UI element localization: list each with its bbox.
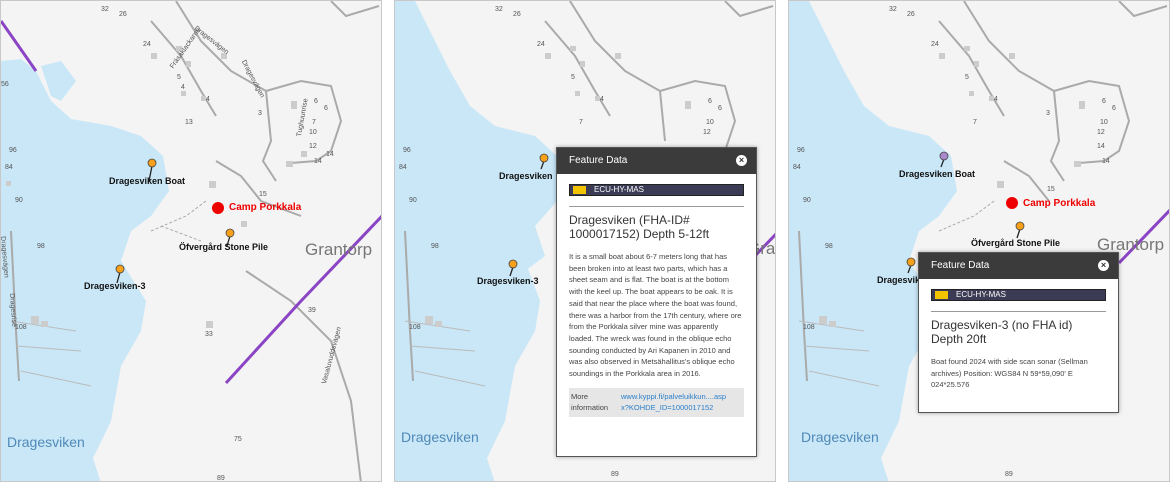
map-number: 12 (703, 129, 711, 136)
map-number: 14 (1102, 158, 1110, 165)
map-number: 3 (258, 110, 262, 117)
map-number: 6 (718, 105, 722, 112)
map-number: 26 (513, 11, 521, 18)
layer-color-swatch (573, 186, 586, 194)
layer-color-swatch (935, 291, 948, 299)
more-information-link[interactable]: www.kyppi.fi/palveluikkun....aspx?KOHDE_… (621, 391, 731, 414)
map-number: 3 (1046, 110, 1050, 117)
layer-tag: ECU-HY-MAS (569, 184, 744, 196)
map-number: 5 (965, 74, 969, 81)
map-number: 26 (907, 11, 915, 18)
map-number: 4 (994, 96, 998, 103)
popup-title: Feature Data (569, 155, 628, 166)
map-number: 6 (1112, 105, 1116, 112)
map-number: 108 (409, 324, 421, 331)
map-number: 7 (973, 119, 977, 126)
map-number: 10 (1100, 119, 1108, 126)
map-number: 108 (803, 324, 815, 331)
map-number: 5 (177, 74, 181, 81)
map-number: 12 (309, 143, 317, 150)
map-number: 6 (1102, 98, 1106, 105)
map-number: 39 (308, 307, 316, 314)
map-number: 4 (600, 96, 604, 103)
pin-label-boat[interactable]: Dragesviken Boat (899, 169, 975, 179)
close-icon[interactable]: × (736, 155, 747, 166)
map-number: 90 (409, 197, 417, 204)
map-number: 7 (579, 119, 583, 126)
map-number: 26 (119, 11, 127, 18)
map-number: 89 (1005, 471, 1013, 478)
map-number: 14 (1097, 143, 1105, 150)
map-number: 84 (399, 164, 407, 171)
map-number: 96 (9, 147, 17, 154)
camp-label[interactable]: Camp Porkkala (1023, 198, 1095, 209)
water-label: Dragesviken (801, 429, 879, 445)
pin-label-stone-pile[interactable]: Öfvergård Stone Pile (971, 238, 1060, 248)
map-number: 84 (5, 164, 13, 171)
place-label: Grantorp (305, 240, 373, 259)
map-number: 98 (37, 243, 45, 250)
popup-title: Feature Data (931, 260, 990, 271)
map-number: 6 (708, 98, 712, 105)
more-information-row: More information www.kyppi.fi/palveluikk… (569, 387, 744, 417)
camp-label[interactable]: Camp Porkkala (229, 202, 301, 213)
layer-tag-label: ECU-HY-MAS (594, 185, 644, 194)
pin-label-dragesviken-3[interactable]: Dragesviken-3 (84, 281, 146, 291)
map-number: 96 (403, 147, 411, 154)
map-number: 6 (324, 105, 328, 112)
water-label: Dragesviken (401, 429, 479, 445)
map-number: 6 (314, 98, 318, 105)
map-number: 90 (15, 197, 23, 204)
map-number: 10 (309, 129, 317, 136)
map-number: 33 (205, 331, 213, 338)
map-number: 5 (571, 74, 575, 81)
map-number: 4 (206, 96, 210, 103)
map-number: 89 (217, 475, 225, 482)
map-number: 90 (803, 197, 811, 204)
map-number: 89 (611, 471, 619, 478)
feature-title: Dragesviken (FHA-ID# 1000017152) Depth 5… (569, 206, 744, 241)
close-icon[interactable]: × (1098, 260, 1109, 271)
map-number: 14 (326, 151, 334, 158)
map-number: 24 (143, 41, 151, 48)
feature-description: It is a small boat about 6-7 meters long… (569, 252, 742, 379)
pin-label-boat[interactable]: Dragesviken Boat (109, 176, 185, 186)
map-number: 96 (797, 147, 805, 154)
map-number: 12 (1097, 129, 1105, 136)
layer-tag-label: ECU-HY-MAS (956, 290, 1006, 299)
map-panel-2[interactable]: 32 26 24 4 5 6 6 7 10 12 96 84 90 98 108… (394, 0, 776, 482)
map-number: 32 (889, 6, 897, 13)
feature-data-popup: Feature Data × ECU-HY-MAS Dragesviken-3 … (918, 252, 1119, 413)
feature-data-popup: Feature Data × ECU-HY-MAS Dragesviken (F… (556, 147, 757, 457)
popup-header: Feature Data × (557, 148, 756, 174)
popup-header: Feature Data × (919, 253, 1118, 279)
pin-label-boat[interactable]: Dragesviken (499, 171, 553, 181)
map-number: 14 (314, 158, 322, 165)
more-information-label: More information (571, 391, 609, 413)
map-number: 10 (706, 119, 714, 126)
pin-label-dragesviken-3[interactable]: Dragesviken-3 (477, 276, 539, 286)
map-number: 84 (793, 164, 801, 171)
map-number: 15 (1047, 186, 1055, 193)
feature-description: Boat found 2024 with side scan sonar (Se… (931, 357, 1088, 390)
map-number: 4 (181, 84, 185, 91)
map-number: 56 (1, 81, 9, 88)
map-panel-1[interactable]: 32 26 24 4 5 13 4 6 6 3 7 10 12 14 14 15… (0, 0, 382, 482)
map-number: 98 (431, 243, 439, 250)
water-label: Dragesviken (7, 434, 85, 450)
map-number: 32 (495, 6, 503, 13)
layer-tag: ECU-HY-MAS (931, 289, 1106, 301)
map-number: 75 (234, 436, 242, 443)
map-number: 13 (185, 119, 193, 126)
map-number: 32 (101, 6, 109, 13)
feature-title: Dragesviken-3 (no FHA id) Depth 20ft (931, 311, 1106, 346)
map-number: 24 (931, 41, 939, 48)
map-number: 7 (312, 119, 316, 126)
map-panel-3[interactable]: 32 26 24 4 5 6 6 3 7 10 12 14 14 15 96 8… (788, 0, 1170, 482)
map-number: 15 (259, 191, 267, 198)
map-number: 98 (825, 243, 833, 250)
pin-label-stone-pile[interactable]: Öfvergård Stone Pile (179, 242, 268, 252)
map-number: 24 (537, 41, 545, 48)
